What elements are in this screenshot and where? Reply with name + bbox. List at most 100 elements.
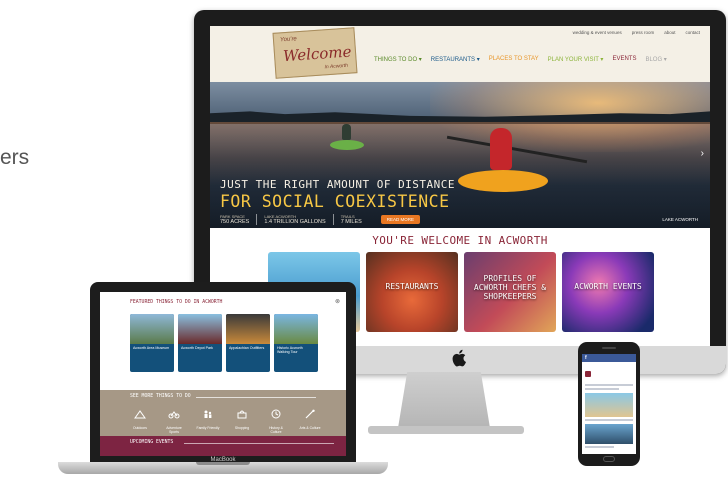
see-more-heading: SEE MORE THINGS TO DO [130, 394, 191, 399]
category-label: Adventure Sports [166, 426, 182, 434]
featured-tiles: Acworth Area Museum Acworth Depot Park A… [130, 314, 318, 372]
card-label: ACWORTH EVENTS [574, 282, 642, 291]
social-app-bar: f [582, 354, 636, 362]
category-family[interactable]: Family Friendly [196, 406, 220, 434]
post-text-line [585, 419, 633, 421]
featured-tile[interactable]: Acworth Area Museum [130, 314, 174, 372]
stat-value: 750 ACRES [220, 219, 250, 225]
paddler-red [490, 128, 512, 170]
stat-value: 7 MILES [340, 219, 362, 225]
divider [196, 397, 316, 398]
category-outdoors[interactable]: Outdoors [128, 406, 152, 434]
util-link-venues[interactable]: wedding & event venues [573, 30, 622, 35]
upcoming-heading: UPCOMING EVENTS [130, 440, 174, 445]
card-profiles[interactable]: PROFILES OF ACWORTH CHEFS & SHOPKEEPERS [464, 252, 556, 332]
read-more-button[interactable]: READ MORE [380, 215, 421, 224]
category-arts[interactable]: Arts & Culture [298, 406, 322, 434]
imac-stand-foot [368, 426, 524, 434]
upcoming-events-bar: UPCOMING EVENTS [100, 436, 346, 456]
kayak-orange [458, 170, 548, 192]
tile-image [226, 314, 270, 344]
divider [184, 443, 334, 444]
util-link-about[interactable]: about [664, 30, 675, 35]
util-link-press[interactable]: press room [632, 30, 655, 35]
tile-title: Acworth Area Museum [133, 346, 170, 350]
home-button[interactable] [603, 456, 615, 462]
tile-image [130, 314, 174, 344]
photo-location-label: LAKE ACWORTH [662, 217, 698, 222]
close-icon[interactable]: ⊗ [335, 298, 340, 305]
post-text-line [585, 388, 619, 390]
featured-tile[interactable]: Historic Acworth Walking Tour [274, 314, 318, 372]
util-link-contact[interactable]: contact [685, 30, 700, 35]
tile-title: Appalachian Outfitters [229, 346, 265, 350]
card-label: RESTAURANTS [385, 282, 439, 291]
arts-icon [305, 409, 315, 419]
hero-headline-2: FOR SOCIAL COEXISTENCE [220, 192, 450, 211]
imac-stand-neck [398, 372, 490, 428]
apple-logo-icon [452, 349, 466, 367]
laptop-site-screen: FEATURED THINGS TO DO IN ACWORTH ⊗ Acwor… [100, 292, 346, 456]
card-events[interactable]: ACWORTH EVENTS [562, 252, 654, 332]
nav-blog[interactable]: BLOG ▾ [645, 56, 666, 63]
post-text-line [585, 446, 614, 448]
featured-heading: FEATURED THINGS TO DO IN ACWORTH [130, 300, 223, 305]
category-icons: Outdoors Adventure Sports Family Friendl… [128, 406, 322, 434]
macbook-brand: MacBook [210, 457, 236, 463]
nav-plan-your-visit[interactable]: PLAN YOUR VISIT ▾ [548, 56, 604, 63]
macbook-device: FEATURED THINGS TO DO IN ACWORTH ⊗ Acwor… [90, 282, 356, 464]
history-icon [271, 409, 281, 419]
nav-events[interactable]: EVENTS [612, 56, 636, 63]
main-nav: THINGS TO DO ▾ RESTAURANTS ▾ PLACES TO S… [374, 56, 667, 63]
bike-icon [168, 411, 180, 419]
post-text-line [585, 384, 633, 386]
nav-restaurants[interactable]: RESTAURANTS ▾ [431, 56, 480, 63]
phone-speaker [602, 347, 616, 349]
nav-places-to-stay[interactable]: PLACES TO STAY [489, 56, 539, 63]
category-shopping[interactable]: Shopping [230, 406, 254, 434]
phone-device: f [578, 342, 640, 466]
site-header: wedding & event venues press room about … [210, 26, 710, 82]
chevron-right-icon[interactable]: › [701, 148, 704, 159]
phone-screen: f [582, 354, 636, 454]
left-caption: ers [0, 146, 30, 169]
utility-nav: wedding & event venues press room about … [573, 30, 700, 35]
logo-bottom-text: In Acworth [324, 62, 349, 71]
tile-image [178, 314, 222, 344]
nav-things-to-do[interactable]: THINGS TO DO ▾ [374, 56, 422, 63]
post-image [585, 393, 633, 417]
hero-headline-1: JUST THE RIGHT AMOUNT OF DISTANCE [220, 178, 456, 191]
site-logo[interactable]: You're Welcome In Acworth [272, 27, 358, 79]
avatar [585, 371, 591, 377]
tile-title: Acworth Depot Park [181, 346, 213, 350]
outdoor-icon [134, 410, 146, 419]
post-image [585, 424, 633, 444]
shopping-icon [237, 410, 247, 419]
tile-title: Historic Acworth Walking Tour [277, 346, 303, 355]
stat-trails: TRAILS 7 MILES [334, 214, 369, 225]
card-label: PROFILES OF ACWORTH CHEFS & SHOPKEEPERS [473, 274, 547, 301]
social-post [582, 362, 636, 450]
logo-main-text: Welcome [282, 42, 353, 66]
logo-top-text: You're [279, 36, 298, 44]
featured-tile[interactable]: Appalachian Outfitters [226, 314, 270, 372]
kayak-green [330, 140, 364, 150]
stat-lake: LAKE ACWORTH 1.4 TRILLION GALLONS [257, 214, 334, 225]
featured-tile[interactable]: Acworth Depot Park [178, 314, 222, 372]
tile-image [274, 314, 318, 344]
category-label: Family Friendly [196, 426, 220, 430]
category-label: Outdoors [133, 426, 147, 430]
category-adventure[interactable]: Adventure Sports [162, 406, 186, 434]
paddler-green [342, 124, 351, 140]
card-restaurants[interactable]: RESTAURANTS [366, 252, 458, 332]
hero-stats: PARK SPACE 750 ACRES LAKE ACWORTH 1.4 TR… [220, 214, 421, 225]
category-history[interactable]: History & Culture [264, 406, 288, 434]
stat-park-space: PARK SPACE 750 ACRES [220, 214, 258, 225]
family-icon [204, 410, 212, 418]
category-label: Arts & Culture [299, 426, 321, 430]
welcome-heading: YOU'RE WELCOME IN ACWORTH [372, 234, 548, 247]
facebook-icon: f [585, 355, 587, 361]
category-label: History & Culture [269, 426, 283, 434]
stat-value: 1.4 TRILLION GALLONS [264, 219, 326, 225]
see-more-section: SEE MORE THINGS TO DO Outdoors Adventure… [100, 390, 346, 436]
